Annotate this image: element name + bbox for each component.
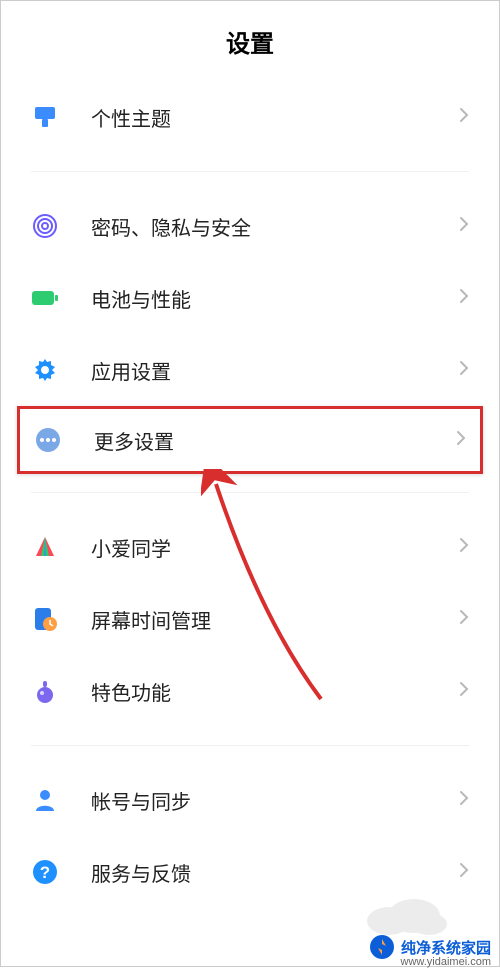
svg-text:?: ? — [40, 863, 50, 882]
cloud-decoration — [359, 886, 449, 936]
theme-icon — [31, 103, 59, 131]
chevron-right-icon — [459, 537, 469, 558]
item-label: 个性主题 — [91, 103, 459, 132]
item-label: 小爱同学 — [91, 533, 459, 562]
screentime-icon — [31, 605, 59, 633]
item-label: 特色功能 — [91, 677, 459, 706]
settings-item-xiaoai[interactable]: 小爱同学 — [1, 511, 499, 583]
battery-icon — [31, 284, 59, 312]
chevron-right-icon — [459, 107, 469, 128]
fingerprint-icon — [31, 212, 59, 240]
feature-icon — [31, 677, 59, 705]
watermark-brand: 纯净系统家园 — [401, 937, 491, 958]
account-icon — [31, 786, 59, 814]
divider — [31, 492, 469, 493]
item-label: 服务与反馈 — [91, 858, 459, 887]
divider — [31, 745, 469, 746]
chevron-right-icon — [459, 681, 469, 702]
settings-item-privacy[interactable]: 密码、隐私与安全 — [1, 190, 499, 262]
chevron-right-icon — [459, 288, 469, 309]
chevron-right-icon — [459, 862, 469, 883]
help-icon: ? — [31, 858, 59, 886]
xiaoai-icon — [31, 533, 59, 561]
more-icon — [34, 426, 62, 454]
page-header: 设置 — [1, 1, 499, 81]
item-label: 屏幕时间管理 — [91, 605, 459, 634]
settings-item-screentime[interactable]: 屏幕时间管理 — [1, 583, 499, 655]
watermark-logo-icon — [369, 934, 395, 960]
settings-item-apps[interactable]: 应用设置 — [1, 334, 499, 406]
item-label: 更多设置 — [94, 426, 456, 455]
item-label: 密码、隐私与安全 — [91, 212, 459, 241]
item-label: 帐号与同步 — [91, 786, 459, 815]
chevron-right-icon — [459, 790, 469, 811]
chevron-right-icon — [456, 430, 466, 451]
divider — [31, 171, 469, 172]
gear-icon — [31, 356, 59, 384]
chevron-right-icon — [459, 216, 469, 237]
chevron-right-icon — [459, 609, 469, 630]
watermark-url: www.yidaimei.com — [401, 956, 491, 968]
settings-item-battery[interactable]: 电池与性能 — [1, 262, 499, 334]
settings-item-features[interactable]: 特色功能 — [1, 655, 499, 727]
page-title: 设置 — [226, 24, 274, 59]
settings-item-theme[interactable]: 个性主题 — [1, 81, 499, 153]
item-label: 电池与性能 — [91, 284, 459, 313]
item-label: 应用设置 — [91, 356, 459, 385]
chevron-right-icon — [459, 360, 469, 381]
settings-item-account[interactable]: 帐号与同步 — [1, 764, 499, 836]
settings-item-more[interactable]: 更多设置 — [17, 406, 483, 474]
settings-list: 个性主题 密码、隐私与安全 电池与性能 应用设置 — [1, 81, 499, 908]
